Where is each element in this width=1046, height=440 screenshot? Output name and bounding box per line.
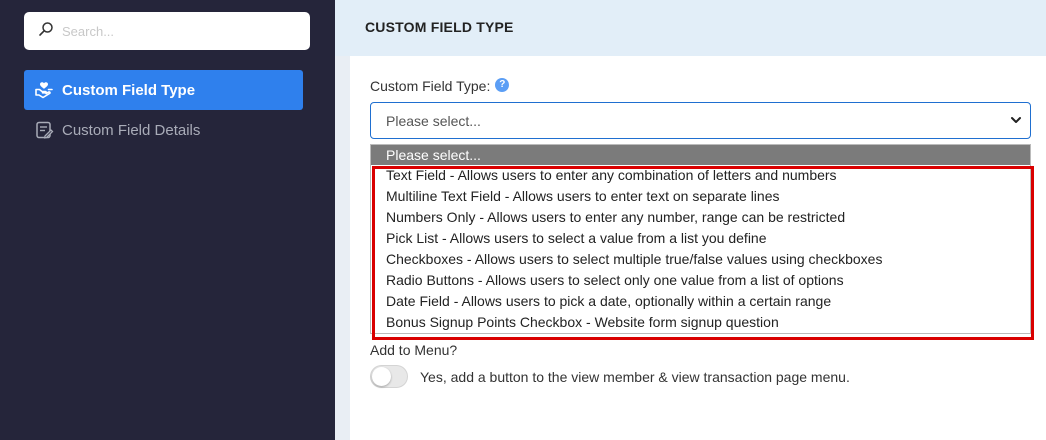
help-icon[interactable]: ? [495,77,510,92]
dropdown-option[interactable]: Pick List - Allows users to select a val… [371,228,1030,249]
add-to-menu-label: Add to Menu? [370,342,458,358]
sidebar-item-custom-field-details[interactable]: Custom Field Details [24,110,303,150]
hand-heart-icon [34,80,54,100]
toggle-description: Yes, add a button to the view member & v… [420,369,850,385]
page-header: CUSTOM FIELD TYPE [335,0,1046,56]
search-input[interactable] [62,23,292,39]
chevron-down-icon [1011,117,1021,123]
sidebar-item-label: Custom Field Type [62,81,196,99]
select-value: Please select... [386,112,481,129]
search-box[interactable] [24,12,310,50]
custom-field-type-label: Custom Field Type: ? [370,77,510,94]
page-title: CUSTOM FIELD TYPE [365,19,514,35]
custom-field-type-select[interactable]: Please select... [370,102,1031,139]
toggle-knob [372,367,391,386]
dropdown-option[interactable]: Please select... [371,145,1030,165]
dropdown-option[interactable]: Bonus Signup Points Checkbox - Website f… [371,312,1030,333]
field-label-text: Custom Field Type: [370,78,491,94]
add-to-menu-toggle[interactable] [370,365,408,388]
dropdown-option[interactable]: Numbers Only - Allows users to enter any… [371,207,1030,228]
dropdown-option[interactable]: Multiline Text Field - Allows users to e… [371,186,1030,207]
dropdown-option[interactable]: Date Field - Allows users to pick a date… [371,291,1030,312]
dropdown-option[interactable]: Checkboxes - Allows users to select mult… [371,249,1030,270]
sidebar-item-label: Custom Field Details [62,121,201,139]
dropdown-option[interactable]: Radio Buttons - Allows users to select o… [371,270,1030,291]
form-list-icon [34,120,54,140]
sidebar-item-custom-field-type[interactable]: Custom Field Type [24,70,303,110]
main-content: CUSTOM FIELD TYPE Custom Field Type: ? P… [335,0,1046,440]
dropdown-option[interactable]: Text Field - Allows users to enter any c… [371,165,1030,186]
search-icon [38,21,54,42]
select-dropdown-list: Please select... Text Field - Allows use… [370,144,1031,334]
sidebar: Custom Field Type Custom Field Details [0,0,335,440]
